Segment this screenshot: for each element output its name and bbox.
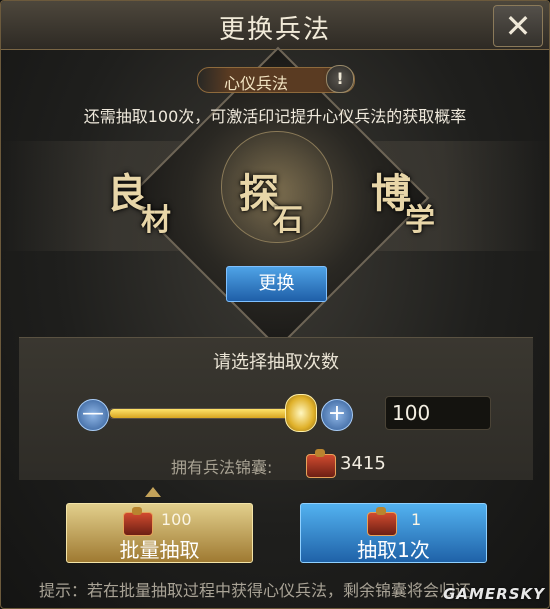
silk-pouch-icon xyxy=(306,449,336,478)
activation-hint: 还需抽取100次，可激活印记提升心仪兵法的获取概率 xyxy=(83,107,467,126)
favored-tactics-tab[interactable]: 心仪兵法 ! xyxy=(197,65,355,93)
tactic-glyph-liangcai[interactable]: 良 材 xyxy=(107,161,197,241)
exchange-tactics-dialog: 更换兵法 ✕ 心仪兵法 ! 还需抽取100次，可激活印记提升心仪兵法的获取概率 … xyxy=(0,0,550,609)
tactic-glyph-tanshi[interactable]: 探 石 xyxy=(239,161,329,241)
owned-pouches-label: 拥有兵法锦囊: xyxy=(171,458,273,477)
close-icon: ✕ xyxy=(504,7,532,45)
owned-pouches-count: 3415 xyxy=(340,453,386,474)
slider-handle[interactable] xyxy=(285,394,317,432)
silk-pouch-icon xyxy=(367,507,397,536)
dialog-header: 更换兵法 ✕ xyxy=(1,1,549,50)
minus-icon: — xyxy=(82,401,104,426)
single-draw-label: 抽取1次 xyxy=(357,538,430,562)
selection-caret xyxy=(145,487,161,497)
refund-hint: 提示：若在批量抽取过程中获得心仪兵法，剩余锦囊将会归还 xyxy=(39,581,472,600)
plus-icon: + xyxy=(327,401,347,426)
quantity-field[interactable] xyxy=(385,396,491,430)
increase-button[interactable]: + xyxy=(321,399,353,431)
favored-tactics-label: 心仪兵法 xyxy=(224,74,289,93)
dialog-title: 更换兵法 xyxy=(218,15,331,45)
decrease-button[interactable]: — xyxy=(77,399,109,431)
swap-button[interactable]: 更换 xyxy=(226,266,327,302)
info-icon[interactable]: ! xyxy=(326,65,354,93)
glyph-char-bottom: 材 xyxy=(141,203,171,238)
glyph-char-bottom: 学 xyxy=(405,203,435,238)
silk-pouch-icon xyxy=(123,507,153,536)
slider-fill xyxy=(110,409,308,418)
batch-draw-button[interactable]: 100 批量抽取 xyxy=(66,503,253,563)
close-button[interactable]: ✕ xyxy=(493,5,543,47)
draw-count-title: 请选择抽取次数 xyxy=(213,352,339,373)
tactic-glyph-boxue[interactable]: 博 学 xyxy=(371,161,461,241)
single-draw-cost: 1 xyxy=(411,510,422,529)
glyph-char-bottom: 石 xyxy=(273,203,303,238)
draw-count-slider[interactable] xyxy=(109,408,309,419)
site-watermark: GAMERSKY xyxy=(443,585,545,603)
batch-draw-cost: 100 xyxy=(161,510,192,529)
batch-draw-label: 批量抽取 xyxy=(119,538,200,562)
single-draw-button[interactable]: 1 抽取1次 xyxy=(300,503,487,563)
